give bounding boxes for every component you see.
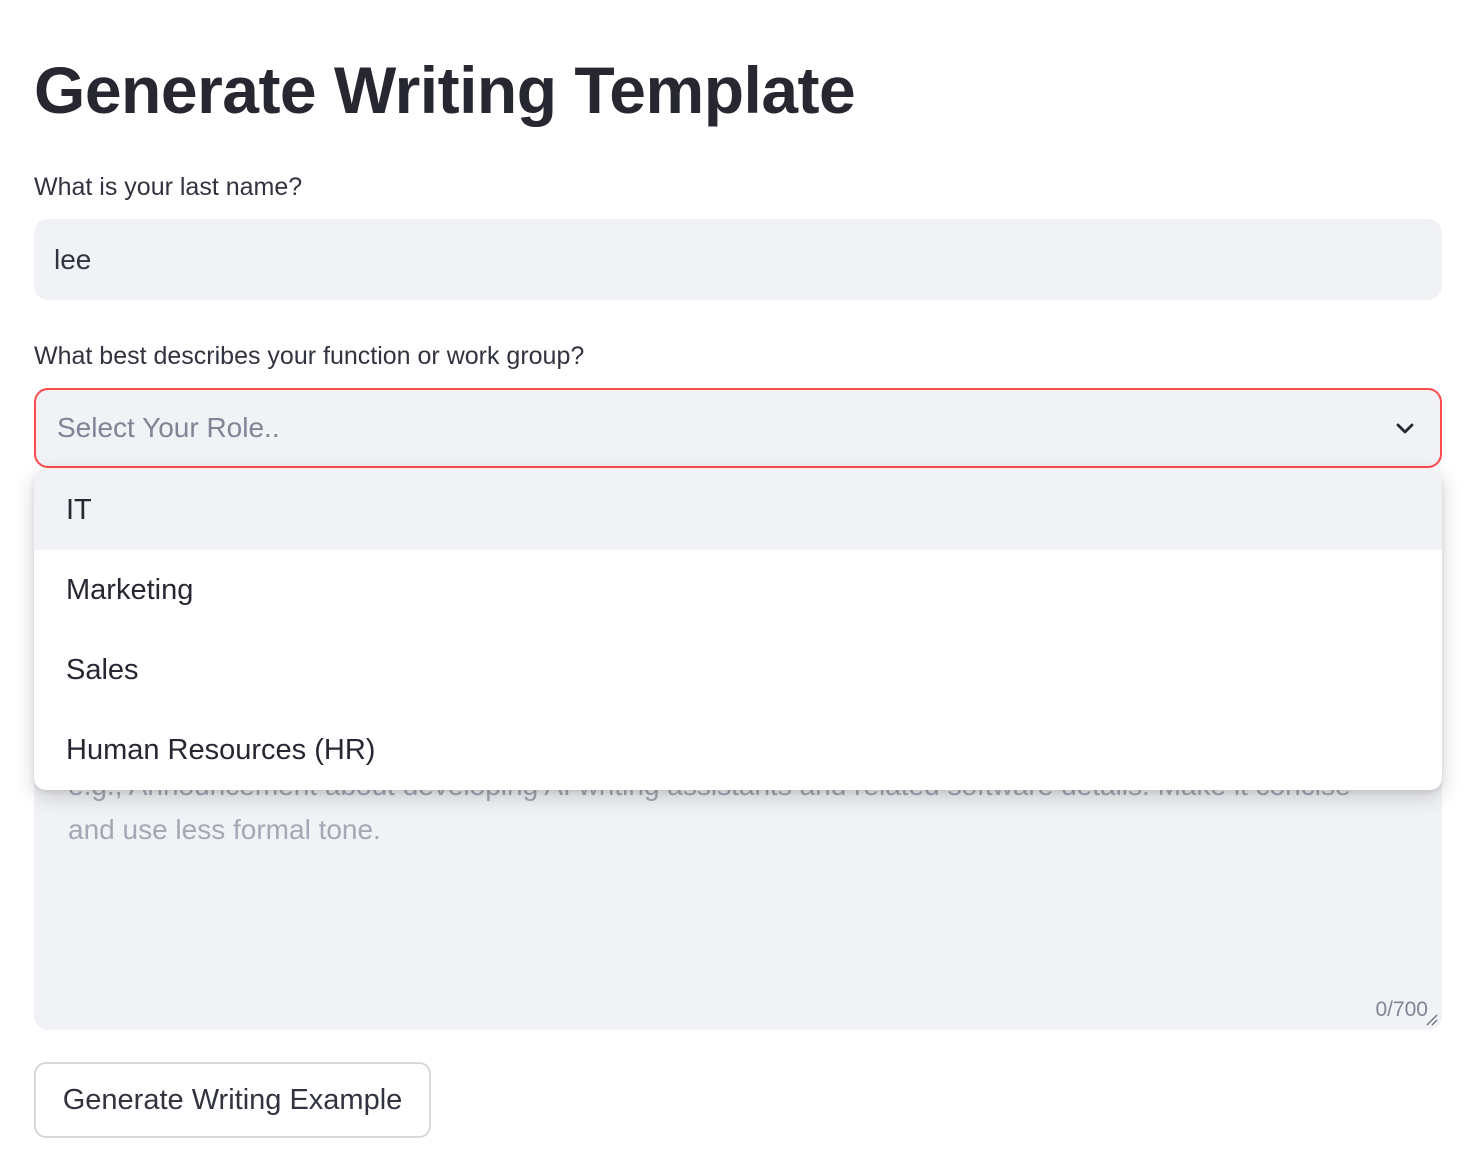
chevron-down-icon[interactable] — [1390, 413, 1420, 443]
resize-handle-icon[interactable] — [1424, 1012, 1438, 1026]
page-title: Generate Writing Template — [34, 53, 856, 127]
character-counter: 0/700 — [1375, 998, 1428, 1021]
generate-writing-example-button[interactable]: Generate Writing Example — [34, 1062, 431, 1138]
role-select[interactable]: Select Your Role.. — [34, 388, 1442, 468]
role-select-label: What best describes your function or wor… — [34, 342, 585, 370]
last-name-input[interactable] — [34, 219, 1442, 300]
role-option-hr[interactable]: Human Resources (HR) — [34, 710, 1442, 790]
role-option-marketing[interactable]: Marketing — [34, 550, 1442, 630]
role-select-placeholder: Select Your Role.. — [57, 412, 280, 443]
role-option-it[interactable]: IT — [34, 470, 1442, 550]
role-dropdown-menu: IT Marketing Sales Human Resources (HR) — [34, 470, 1442, 790]
last-name-label: What is your last name? — [34, 173, 303, 201]
role-option-sales[interactable]: Sales — [34, 630, 1442, 710]
